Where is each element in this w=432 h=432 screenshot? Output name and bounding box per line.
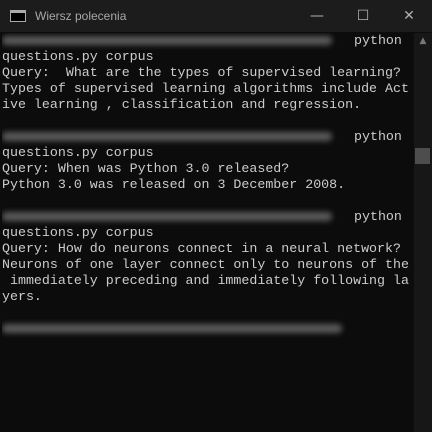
command-text: python bbox=[354, 129, 402, 144]
cmd-icon bbox=[10, 10, 26, 22]
prompt-line: python bbox=[2, 129, 414, 145]
command-line: questions.py corpus bbox=[2, 225, 154, 240]
output-line: Neurons of one layer connect only to neu… bbox=[2, 257, 409, 272]
output-line: Query: What are the types of supervised … bbox=[2, 65, 401, 80]
title-bar[interactable]: Wiersz polecenia — ☐ ✕ bbox=[0, 0, 432, 32]
scroll-up-icon[interactable]: ▲ bbox=[414, 33, 432, 49]
output-line: yers. bbox=[2, 289, 42, 304]
window-title: Wiersz polecenia bbox=[35, 9, 127, 23]
output-line: Python 3.0 was released on 3 December 20… bbox=[2, 177, 346, 192]
blurred-path bbox=[2, 35, 332, 45]
prompt-line bbox=[2, 321, 414, 337]
output-line: ive learning , classification and regres… bbox=[2, 97, 362, 112]
blurred-path bbox=[2, 323, 342, 333]
prompt-line: python bbox=[2, 33, 414, 49]
output-line: Types of supervised learning algorithms … bbox=[2, 81, 409, 96]
output-line: Query: When was Python 3.0 released? bbox=[2, 161, 290, 176]
maximize-button[interactable]: ☐ bbox=[340, 0, 386, 32]
command-line: questions.py corpus bbox=[2, 145, 154, 160]
output-line: Query: How do neurons connect in a neura… bbox=[2, 241, 401, 256]
blurred-path bbox=[2, 211, 332, 221]
close-button[interactable]: ✕ bbox=[386, 0, 432, 32]
command-text: python bbox=[354, 33, 402, 48]
blurred-path bbox=[2, 131, 332, 141]
minimize-button[interactable]: — bbox=[294, 0, 340, 32]
scrollbar-thumb[interactable] bbox=[415, 148, 430, 164]
output-line: immediately preceding and immediately fo… bbox=[2, 273, 409, 288]
command-line: questions.py corpus bbox=[2, 49, 154, 64]
console-output[interactable]: python questions.py corpus Query: What a… bbox=[2, 33, 414, 432]
prompt-line: python bbox=[2, 209, 414, 225]
scrollbar[interactable]: ▲ bbox=[414, 33, 432, 432]
command-text: python bbox=[354, 209, 402, 224]
